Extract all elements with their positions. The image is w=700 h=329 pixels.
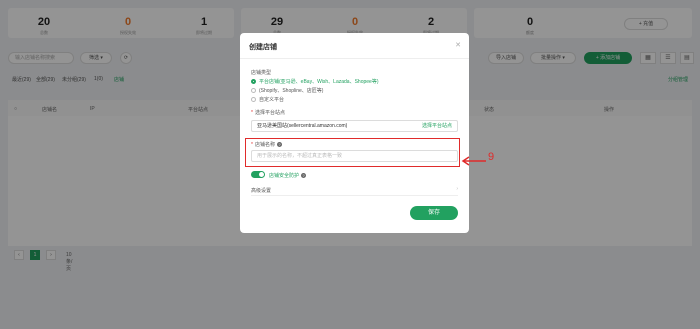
dialog-title: 创建店铺 bbox=[249, 44, 277, 51]
radio-icon bbox=[251, 88, 256, 94]
security-label: 店铺安全防护? bbox=[269, 173, 307, 179]
annotation-arrow-icon bbox=[461, 156, 486, 166]
radio-custom-platform[interactable]: 自定义平台 bbox=[251, 96, 284, 103]
radio-independent-shop[interactable]: (Shopify、Shopline、店匠等) bbox=[251, 87, 323, 94]
security-toggle[interactable] bbox=[251, 171, 265, 178]
advanced-settings-row[interactable]: 高级设置 › bbox=[251, 185, 458, 196]
chevron-right-icon: › bbox=[456, 186, 458, 192]
platform-select[interactable]: 亚马逊美国站(sellercentral.amazon.com) 选择平台站点 bbox=[251, 120, 458, 132]
shop-type-label: 店铺类型 bbox=[251, 70, 272, 76]
annotation-highlight-box bbox=[245, 138, 460, 167]
radio-icon bbox=[251, 97, 256, 103]
radio-selected-icon bbox=[251, 79, 256, 85]
radio-platform-shop[interactable]: 平台店铺(亚马逊、eBay、Wish、Lazada、Shopee等) bbox=[251, 78, 378, 85]
divider bbox=[240, 58, 469, 59]
create-shop-dialog: 创建店铺 ✕ 店铺类型 平台店铺(亚马逊、eBay、Wish、Lazada、Sh… bbox=[240, 33, 469, 233]
save-button[interactable]: 保存 bbox=[410, 206, 458, 220]
change-platform-link[interactable]: 选择平台站点 bbox=[422, 121, 452, 131]
annotation-number: 9 bbox=[488, 151, 495, 163]
help-icon: ? bbox=[301, 173, 307, 179]
platform-label: * 选择平台站点 bbox=[251, 110, 285, 116]
close-icon[interactable]: ✕ bbox=[455, 41, 461, 49]
